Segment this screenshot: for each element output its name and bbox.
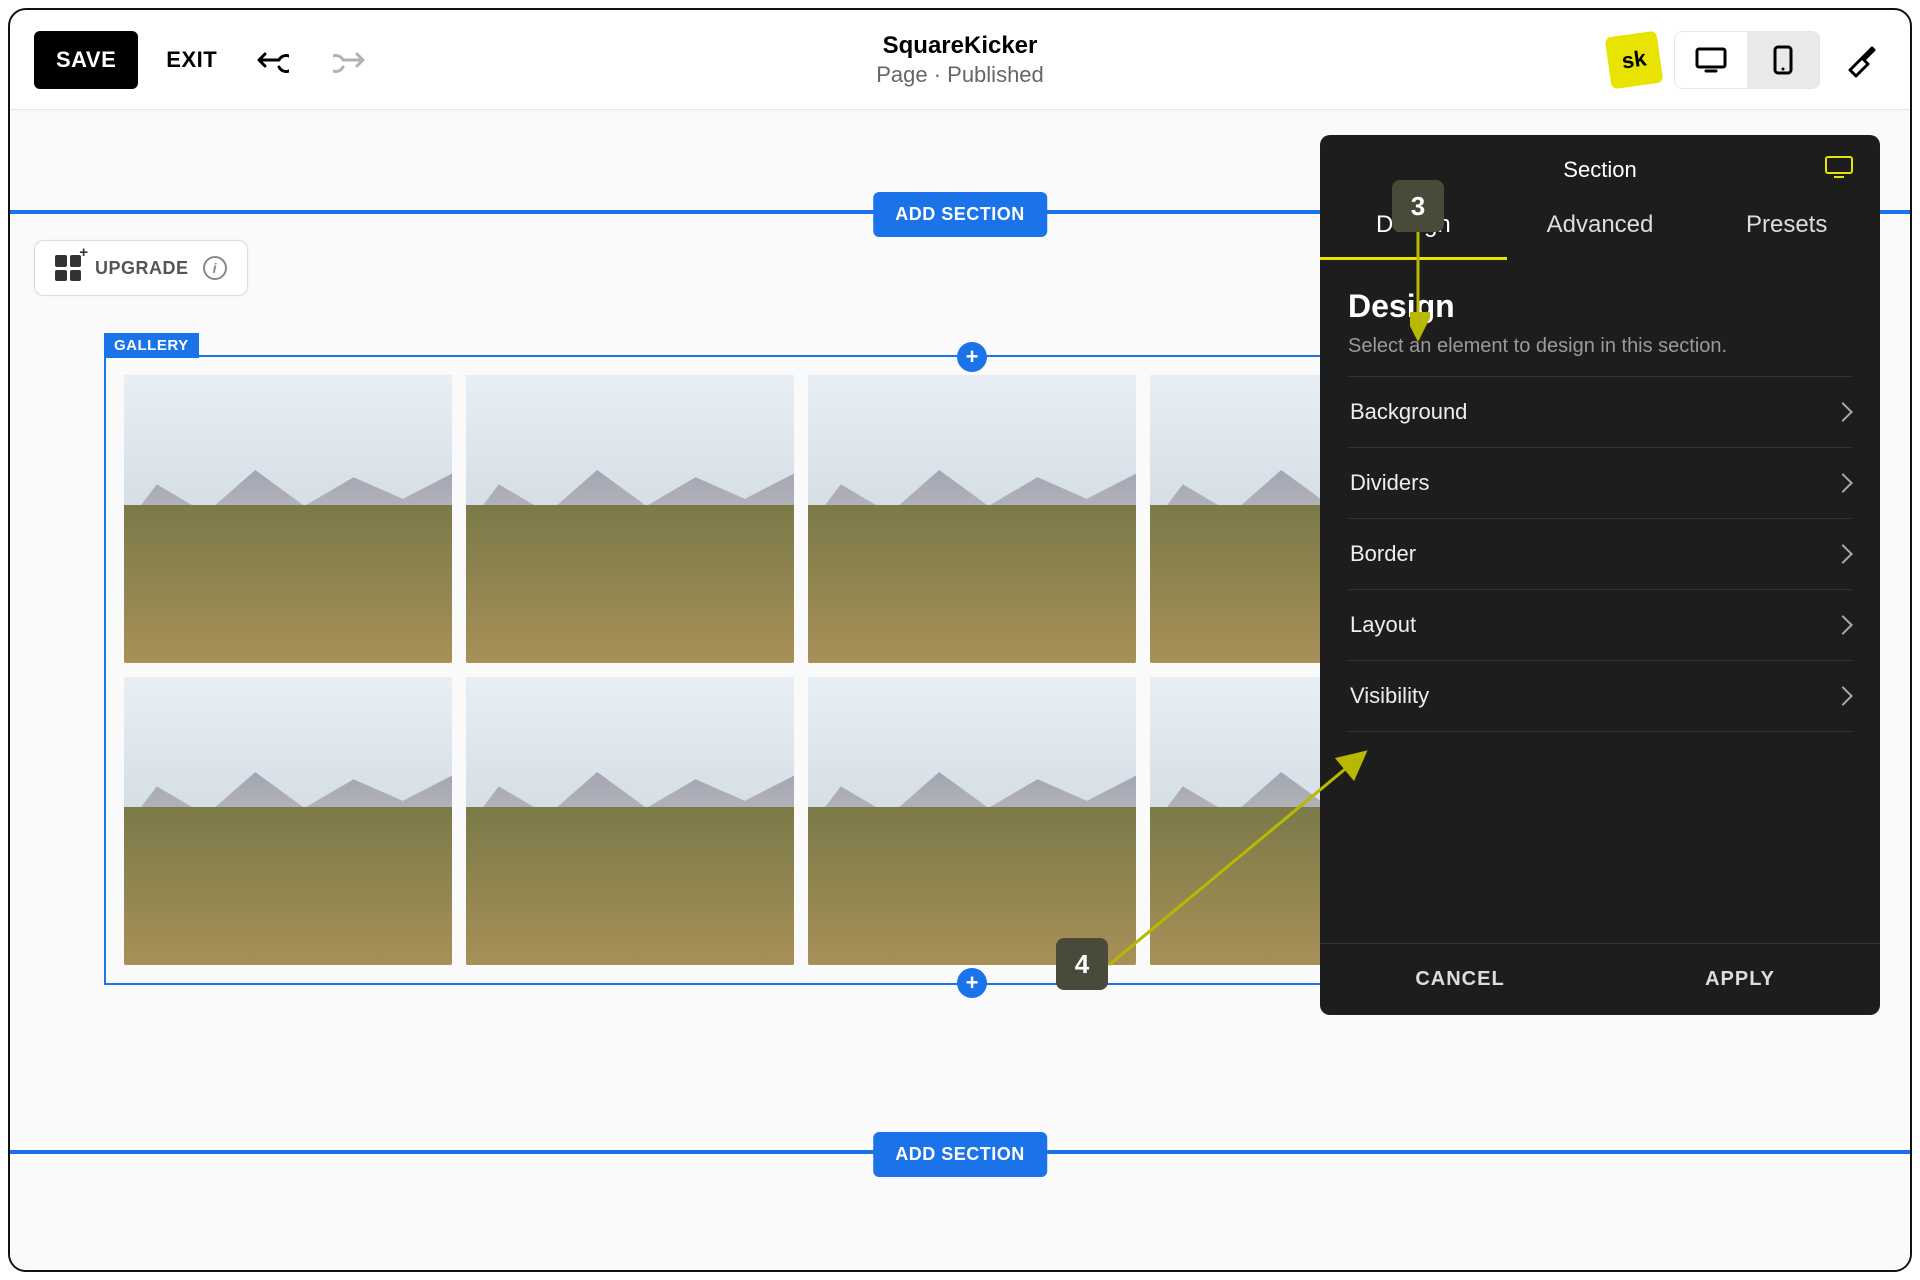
- chevron-right-icon: [1833, 402, 1853, 422]
- redo-button[interactable]: [325, 37, 377, 83]
- gallery-tile[interactable]: [808, 375, 1136, 663]
- chevron-right-icon: [1833, 615, 1853, 635]
- chevron-right-icon: [1833, 686, 1853, 706]
- gallery-tile[interactable]: [466, 375, 794, 663]
- panel-item-border[interactable]: Border: [1348, 519, 1852, 590]
- undo-icon: [253, 45, 289, 75]
- topbar: SAVE EXIT SquareKicker Page · Published …: [10, 10, 1910, 110]
- panel-item-label: Dividers: [1350, 470, 1429, 496]
- callout-3: 3: [1392, 180, 1444, 232]
- tab-advanced[interactable]: Advanced: [1507, 193, 1694, 260]
- paintbrush-icon: [1842, 42, 1878, 78]
- tab-presets[interactable]: Presets: [1693, 193, 1880, 260]
- add-section-button-top[interactable]: ADD SECTION: [873, 192, 1047, 237]
- panel-body: Design Select an element to design in th…: [1320, 260, 1880, 760]
- panel-device-icon[interactable]: [1824, 155, 1854, 185]
- device-switch: [1674, 31, 1820, 89]
- panel-subtitle: Select an element to design in this sect…: [1348, 335, 1852, 358]
- upgrade-chip[interactable]: UPGRADE i: [34, 240, 248, 296]
- insert-below-button[interactable]: +: [957, 968, 987, 998]
- panel-heading-text: Section: [1563, 157, 1636, 182]
- desktop-icon: [1694, 46, 1728, 74]
- page-status: Page · Published: [876, 62, 1044, 88]
- gallery-tile[interactable]: [808, 677, 1136, 965]
- add-section-button-bottom[interactable]: ADD SECTION: [873, 1132, 1047, 1177]
- mobile-view-button[interactable]: [1747, 32, 1819, 88]
- styles-button[interactable]: [1834, 34, 1886, 86]
- design-panel: Section Design Advanced Presets Design S…: [1320, 135, 1880, 1015]
- panel-footer: CANCEL APPLY: [1320, 943, 1880, 1015]
- gallery-tile[interactable]: [466, 677, 794, 965]
- cancel-button[interactable]: CANCEL: [1320, 944, 1600, 1015]
- panel-title: Design: [1348, 288, 1852, 325]
- panel-item-background[interactable]: Background: [1348, 376, 1852, 448]
- panel-item-label: Visibility: [1350, 683, 1429, 709]
- panel-item-visibility[interactable]: Visibility: [1348, 661, 1852, 732]
- undo-button[interactable]: [245, 37, 297, 83]
- desktop-view-button[interactable]: [1675, 32, 1747, 88]
- gallery-tag: GALLERY: [104, 333, 199, 358]
- gallery-tile[interactable]: [124, 677, 452, 965]
- chevron-right-icon: [1833, 544, 1853, 564]
- panel-list: Background Dividers Border Layout Visibi…: [1348, 376, 1852, 732]
- topbar-center: SquareKicker Page · Published: [876, 32, 1044, 88]
- topbar-right: sk: [1608, 31, 1886, 89]
- panel-item-label: Background: [1350, 399, 1467, 425]
- mobile-icon: [1772, 44, 1794, 76]
- save-button[interactable]: SAVE: [34, 31, 138, 89]
- panel-item-layout[interactable]: Layout: [1348, 590, 1852, 661]
- apply-button[interactable]: APPLY: [1600, 944, 1880, 1015]
- exit-button[interactable]: EXIT: [166, 47, 217, 73]
- app-title: SquareKicker: [876, 32, 1044, 60]
- upgrade-label: UPGRADE: [95, 258, 189, 279]
- redo-icon: [333, 45, 369, 75]
- sk-logo[interactable]: sk: [1605, 30, 1664, 89]
- blocks-icon: [55, 255, 81, 281]
- callout-4: 4: [1056, 938, 1108, 990]
- topbar-left: SAVE EXIT: [34, 31, 377, 89]
- insert-above-button[interactable]: +: [957, 342, 987, 372]
- info-icon[interactable]: i: [203, 256, 227, 280]
- panel-item-label: Layout: [1350, 612, 1416, 638]
- gallery-tile[interactable]: [124, 375, 452, 663]
- panel-item-label: Border: [1350, 541, 1416, 567]
- panel-item-dividers[interactable]: Dividers: [1348, 448, 1852, 519]
- chevron-right-icon: [1833, 473, 1853, 493]
